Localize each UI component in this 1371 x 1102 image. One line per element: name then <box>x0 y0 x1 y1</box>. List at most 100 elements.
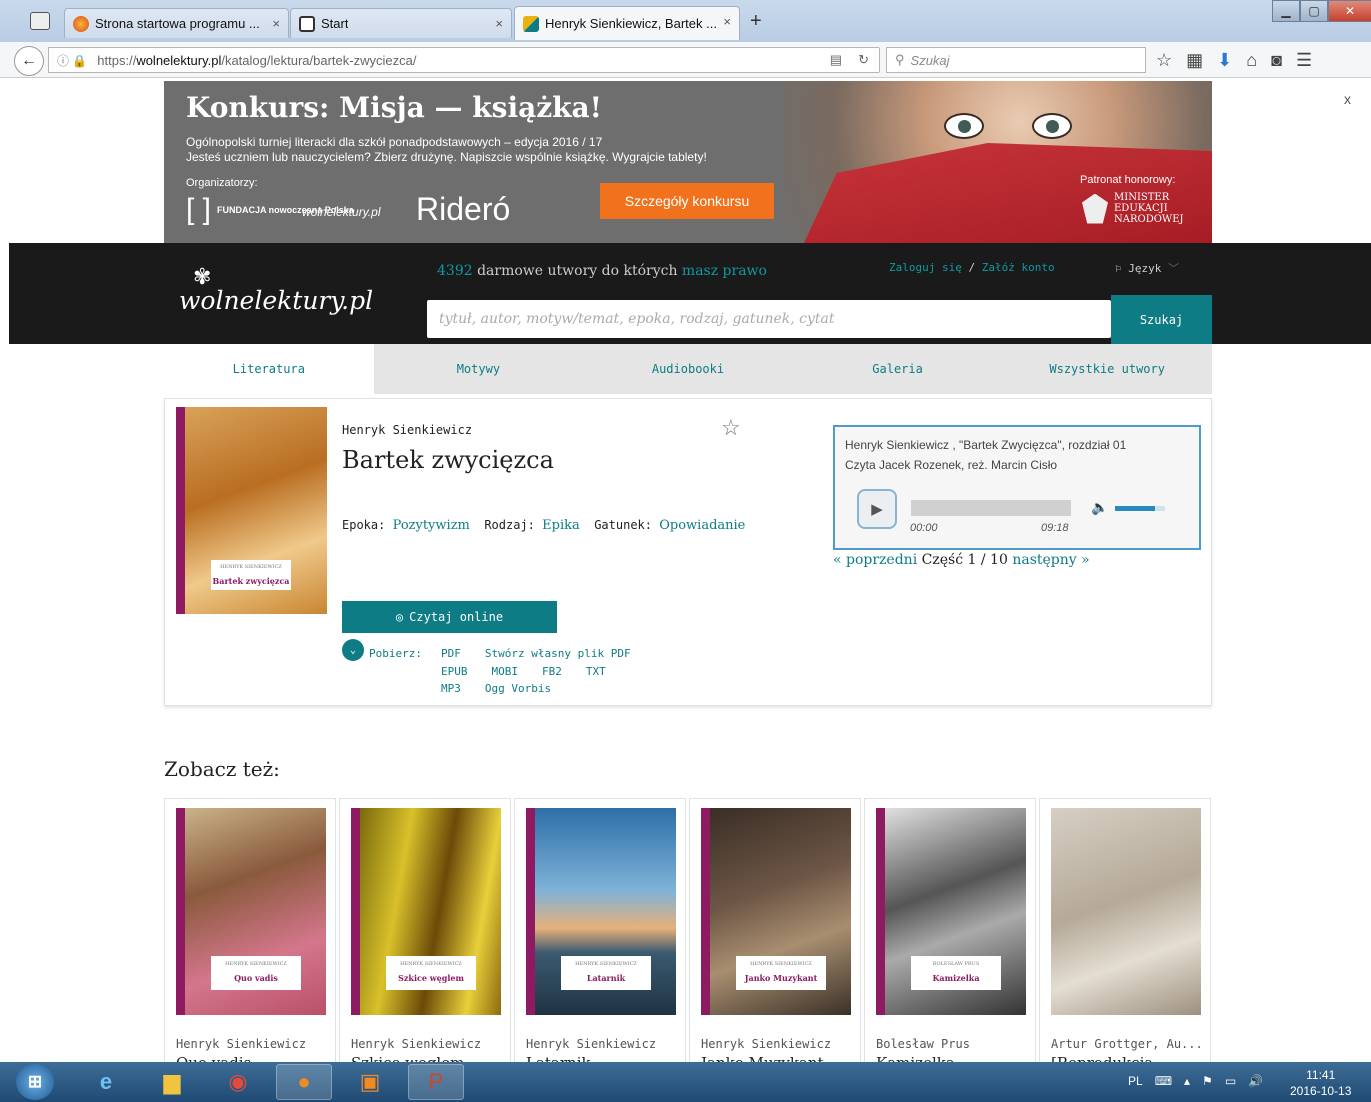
eye-icon: ◎ <box>395 610 404 624</box>
tab-start-page[interactable]: Strona startowa programu ... × <box>64 8 289 38</box>
firefox-taskbar-icon[interactable]: ● <box>276 1064 332 1100</box>
related-book[interactable]: BOLESŁAW PRUSKamizelka Bolesław Prus Kam… <box>864 798 1036 1062</box>
site-logo[interactable]: ✾ wolnelektury.pl <box>179 265 373 315</box>
contest-banner[interactable]: Konkurs: Misja — książka! Ogólnopolski t… <box>164 81 1212 243</box>
tab-list-icon[interactable] <box>30 12 50 30</box>
favorite-star-icon[interactable]: ☆ <box>721 415 741 441</box>
menu-audiobooki[interactable]: Audiobooki <box>583 344 793 394</box>
volume-slider[interactable] <box>1115 506 1165 511</box>
reload-icon[interactable]: ↻ <box>858 52 869 68</box>
related-book-author: Artur Grottger, Au... <box>1051 1037 1203 1051</box>
volume-icon[interactable]: 🔈 <box>1091 499 1108 516</box>
download-chevron-icon[interactable]: ⌄ <box>342 639 364 661</box>
related-book-title: Latarnik <box>526 1054 591 1062</box>
powerpoint-icon[interactable]: P <box>408 1064 464 1100</box>
download-icon[interactable]: ⬇ <box>1217 50 1232 71</box>
speaker-icon[interactable]: 🔊 <box>1248 1074 1263 1088</box>
bookmark-star-icon[interactable]: ☆ <box>1156 50 1172 71</box>
system-clock[interactable]: 11:41 2016-10-13 <box>1290 1067 1351 1099</box>
see-also-heading: Zobacz też: <box>164 757 280 781</box>
download-ogg[interactable]: Ogg Vorbis <box>485 682 551 695</box>
close-tab-icon[interactable]: × <box>495 16 503 31</box>
browser-nav-bar: ← ⓘ 🔒 https://wolnelektury.pl/katalog/le… <box>0 42 1371 78</box>
back-arrow-icon[interactable]: ← <box>14 46 44 76</box>
tab-active-book[interactable]: Henryk Sienkiewicz, Bartek ... × <box>514 6 740 40</box>
site-search-input[interactable]: tytuł, autor, motyw/temat, epoka, rodzaj… <box>427 300 1111 338</box>
bookmarks-list-icon[interactable]: ▦ <box>1186 50 1203 71</box>
banner-eye-left <box>944 113 984 139</box>
related-book[interactable]: HENRYK SIENKIEWICZ Quo vadis Henryk Sienk… <box>164 798 336 1062</box>
play-button[interactable]: ▶ <box>857 489 897 529</box>
network-icon[interactable]: ▭ <box>1225 1074 1236 1088</box>
download-mp3[interactable]: MP3 <box>441 682 461 695</box>
login-link[interactable]: Zaloguj się <box>889 261 962 274</box>
reader-view-icon[interactable]: ▤ <box>830 52 842 68</box>
pocket-icon[interactable]: ◙ <box>1271 50 1282 71</box>
download-txt[interactable]: TXT <box>586 665 606 678</box>
start-button-icon[interactable]: ⊞ <box>16 1064 54 1100</box>
epoch-link[interactable]: Pozytywizm <box>393 518 470 533</box>
book-cover: BOLESŁAW PRUS Kamizelka <box>876 808 1026 1015</box>
account-links: Zaloguj się / Załóż konto <box>889 261 1055 274</box>
close-tab-icon[interactable]: × <box>272 16 280 31</box>
chrome-icon[interactable]: ◉ <box>210 1064 266 1100</box>
book-cover[interactable]: HENRYK SIENKIEWICZ Bartek zwycięzca <box>176 407 327 614</box>
tab-start[interactable]: Start × <box>290 8 512 38</box>
previous-part-link[interactable]: « poprzedni <box>833 552 917 568</box>
firefox-icon <box>73 15 89 32</box>
file-explorer-icon[interactable]: ▆ <box>144 1064 200 1100</box>
media-player-icon[interactable]: ▣ <box>342 1064 398 1100</box>
new-tab-button[interactable]: + <box>750 10 762 33</box>
next-part-link[interactable]: następny » <box>1012 552 1089 568</box>
maximize-button[interactable]: ▢ <box>1300 0 1328 22</box>
download-pdf[interactable]: PDF <box>441 647 461 660</box>
rights-link[interactable]: masz prawo <box>682 263 767 279</box>
related-book-author: Henryk Sienkiewicz <box>176 1037 307 1051</box>
keyboard-icon[interactable]: ⌨ <box>1155 1074 1172 1088</box>
menu-galeria[interactable]: Galeria <box>793 344 1003 394</box>
related-book-title: Szkice węglem <box>351 1054 464 1062</box>
progress-bar[interactable] <box>911 500 1071 516</box>
browser-search-input[interactable]: ⚲ Szukaj <box>886 47 1146 73</box>
home-icon[interactable]: ⌂ <box>1246 50 1257 71</box>
book-author[interactable]: Henryk Sienkiewicz <box>342 423 472 437</box>
minimize-button[interactable]: ▁ <box>1272 0 1300 22</box>
language-indicator[interactable]: PL <box>1128 1074 1143 1088</box>
download-epub[interactable]: EPUB <box>441 665 468 678</box>
download-fb2[interactable]: FB2 <box>542 665 562 678</box>
menu-icon[interactable]: ☰ <box>1296 50 1312 71</box>
related-book[interactable]: HENRYK SIENKIEWICZ Janko Muzykant Henryk … <box>689 798 861 1062</box>
book-card: HENRYK SIENKIEWICZ Bartek zwycięzca Henr… <box>164 398 1212 706</box>
tray-expand-icon[interactable]: ▴ <box>1184 1074 1190 1088</box>
info-lock-icon[interactable]: ⓘ 🔒 <box>57 52 87 69</box>
flag-notification-icon[interactable]: ⚑ <box>1202 1074 1213 1088</box>
close-window-button[interactable]: ✕ <box>1328 0 1371 22</box>
read-online-button[interactable]: ◎ Czytaj online <box>342 601 557 633</box>
kind-link[interactable]: Epika <box>542 518 580 533</box>
cover-label: HENRYK SIENKIEWICZ Bartek zwycięzca <box>211 560 291 590</box>
register-link[interactable]: Załóż konto <box>982 261 1055 274</box>
book-cover: HENRYK SIENKIEWICZ Latarnik <box>526 808 676 1015</box>
site-search-button[interactable]: Szukaj <box>1111 295 1212 344</box>
close-tab-icon[interactable]: × <box>723 14 731 29</box>
menu-motywy[interactable]: Motywy <box>374 344 584 394</box>
related-book[interactable]: Artur Grottger, Au... [Reprodukcja <box>1039 798 1211 1062</box>
download-mobi[interactable]: MOBI <box>492 665 519 678</box>
genre-link[interactable]: Opowiadanie <box>659 518 745 533</box>
related-book-author: Henryk Sienkiewicz <box>351 1037 482 1051</box>
internet-explorer-icon[interactable]: e <box>78 1064 134 1100</box>
system-tray: PL ⌨ ▴ ⚑ ▭ 🔊 <box>1128 1074 1263 1088</box>
related-book[interactable]: HENRYK SIENKIEWICZ Latarnik Henryk Sienki… <box>514 798 686 1062</box>
menu-literatura[interactable]: Literatura <box>164 344 374 394</box>
menu-wszystkie-utwory[interactable]: Wszystkie utwory <box>1002 344 1212 394</box>
download-custom-pdf[interactable]: Stwórz własny plik PDF <box>485 647 631 660</box>
url-bar[interactable]: ⓘ 🔒 https://wolnelektury.pl/katalog/lekt… <box>48 47 880 73</box>
language-selector[interactable]: ⚐ Język ﹀ <box>1115 260 1179 276</box>
related-book[interactable]: HENRYK SIENKIEWICZ Szkice węglem Henryk S… <box>339 798 511 1062</box>
banner-eye-right <box>1032 113 1072 139</box>
contest-details-button[interactable]: Szczegóły konkursu <box>600 183 774 219</box>
close-banner-button[interactable]: x <box>1344 91 1351 107</box>
tab-label: Henryk Sienkiewicz, Bartek ... <box>545 16 717 31</box>
ridero-logo: Rideró <box>416 191 511 227</box>
toolbar-icons: ☆ ▦ ⬇ ⌂ ◙ ☰ <box>1156 50 1312 71</box>
